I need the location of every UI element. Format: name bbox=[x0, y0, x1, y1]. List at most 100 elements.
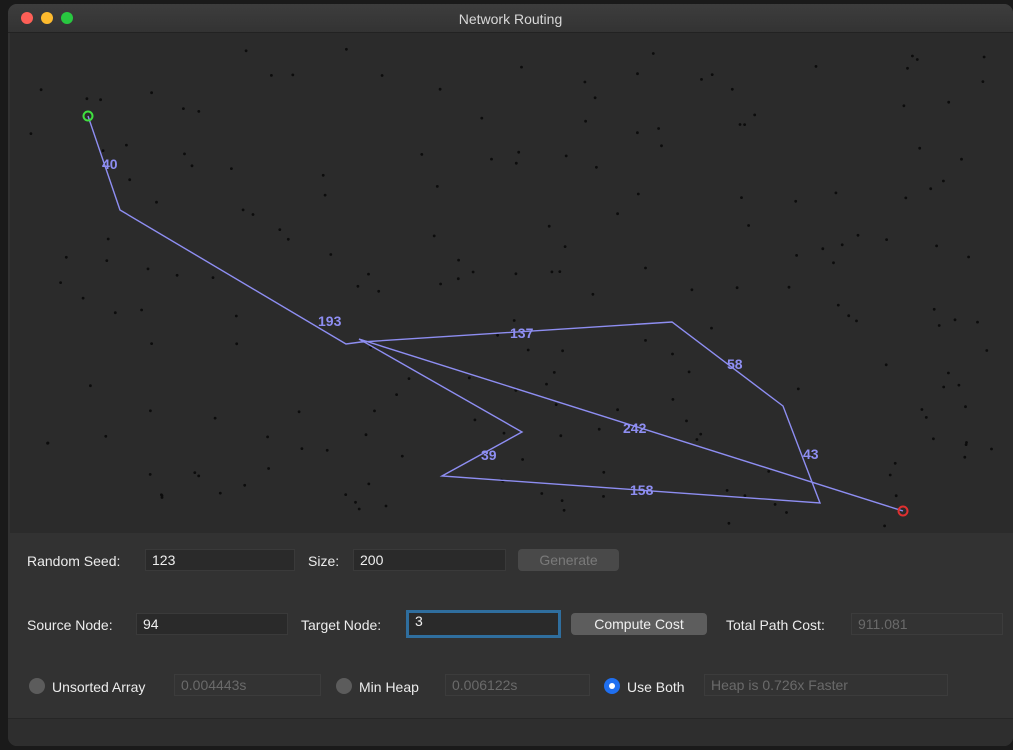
graph-node bbox=[743, 494, 747, 498]
graph-node bbox=[699, 432, 703, 436]
graph-node bbox=[456, 277, 460, 281]
graph-node bbox=[99, 98, 102, 102]
graph-node bbox=[420, 153, 424, 156]
graph-node bbox=[512, 319, 516, 322]
graph-node bbox=[883, 524, 886, 528]
graph-node bbox=[502, 431, 506, 435]
graph-node bbox=[148, 473, 152, 476]
graph-node bbox=[377, 289, 381, 293]
graph-node bbox=[300, 447, 304, 450]
graph-node bbox=[785, 511, 788, 514]
graph-node bbox=[354, 500, 357, 504]
graph-node bbox=[325, 448, 329, 452]
use-both-label: Use Both bbox=[627, 679, 685, 695]
graph-node bbox=[795, 254, 798, 257]
graph-node bbox=[814, 65, 818, 68]
graph-node bbox=[321, 173, 325, 177]
graph-node bbox=[687, 370, 691, 374]
graph-node bbox=[740, 196, 743, 200]
graph-node bbox=[125, 143, 128, 147]
graph-node bbox=[888, 473, 892, 477]
graph-node bbox=[960, 157, 963, 161]
graph-node bbox=[356, 284, 360, 288]
graph-node bbox=[407, 377, 411, 380]
graph-node bbox=[89, 384, 92, 388]
graph-node bbox=[796, 387, 800, 391]
graph-node bbox=[128, 178, 132, 182]
unsorted-array-time: 0.004443s bbox=[174, 674, 321, 696]
min-heap-radio[interactable] bbox=[336, 678, 352, 694]
graph-node bbox=[241, 208, 245, 212]
graph-node bbox=[496, 333, 499, 337]
title-bar: Network Routing bbox=[8, 4, 1013, 33]
graph-node bbox=[395, 393, 398, 396]
graph-node bbox=[597, 427, 601, 431]
graph-node bbox=[964, 405, 967, 409]
graph-node bbox=[457, 258, 460, 262]
edge-weight-label: 137 bbox=[510, 325, 534, 341]
graph-node bbox=[291, 73, 295, 77]
graph-node bbox=[836, 303, 840, 307]
graph-node bbox=[595, 165, 598, 169]
size-input[interactable]: 200 bbox=[353, 549, 506, 571]
graph-node bbox=[747, 224, 750, 227]
graph-node bbox=[832, 261, 835, 265]
graph-node bbox=[990, 447, 993, 451]
graph-node bbox=[700, 78, 703, 81]
source-node-label: Source Node: bbox=[27, 617, 113, 633]
graph-node bbox=[564, 154, 568, 158]
graph-node bbox=[384, 504, 388, 508]
graph-node bbox=[602, 495, 605, 498]
graph-node bbox=[64, 255, 68, 259]
graph-node bbox=[690, 288, 694, 292]
graph-node bbox=[150, 91, 154, 95]
graph-node bbox=[554, 403, 558, 406]
graph-node bbox=[329, 253, 333, 256]
graph-node bbox=[435, 185, 439, 188]
generate-button[interactable]: Generate bbox=[518, 549, 619, 571]
target-node-label: Target Node: bbox=[301, 617, 382, 633]
graph-node bbox=[794, 199, 798, 203]
graph-node bbox=[942, 385, 946, 389]
graph-node bbox=[140, 308, 144, 312]
graph-node bbox=[190, 164, 194, 168]
graph-node bbox=[113, 311, 117, 315]
graph-node bbox=[753, 113, 757, 117]
graph-node bbox=[39, 88, 43, 92]
graph-node bbox=[559, 434, 563, 438]
graph-node bbox=[710, 326, 713, 330]
source-node-input[interactable]: 94 bbox=[136, 613, 288, 635]
app-window: Network Routing 40 193 137 58 43 242 39 158 Ran… bbox=[8, 4, 1013, 746]
compute-cost-button[interactable]: Compute Cost bbox=[571, 613, 707, 635]
seed-input[interactable]: 123 bbox=[145, 549, 295, 571]
graph-node bbox=[685, 419, 688, 423]
graph-node bbox=[953, 318, 957, 322]
comparison-result-field: Heap is 0.726x Faster bbox=[704, 674, 948, 696]
graph-node bbox=[373, 409, 376, 413]
graph-node bbox=[85, 97, 89, 101]
unsorted-array-radio[interactable] bbox=[29, 678, 45, 694]
graph-node bbox=[59, 281, 62, 284]
unsorted-array-label: Unsorted Array bbox=[52, 679, 146, 695]
graph-node bbox=[982, 55, 986, 59]
graph-node bbox=[251, 213, 255, 216]
graph-node bbox=[821, 247, 825, 251]
graph-node bbox=[101, 149, 105, 152]
graph-node bbox=[514, 161, 518, 165]
graph-node bbox=[924, 416, 928, 419]
graph-node bbox=[297, 410, 301, 414]
graph-node bbox=[182, 107, 185, 110]
graph-node bbox=[438, 87, 442, 91]
use-both-radio[interactable] bbox=[604, 678, 620, 694]
graph-node bbox=[644, 266, 647, 270]
graph-node bbox=[550, 270, 554, 274]
graph-node bbox=[932, 437, 935, 441]
graph-node bbox=[904, 196, 908, 200]
graph-node bbox=[583, 80, 587, 84]
graph-canvas[interactable]: 40 193 137 58 43 242 39 158 bbox=[10, 33, 1013, 533]
target-node-input[interactable]: 3 bbox=[406, 610, 561, 638]
graph-node bbox=[560, 499, 564, 502]
graph-node bbox=[234, 314, 238, 318]
edge-weight-label: 242 bbox=[623, 420, 647, 436]
graph-node bbox=[526, 348, 530, 352]
